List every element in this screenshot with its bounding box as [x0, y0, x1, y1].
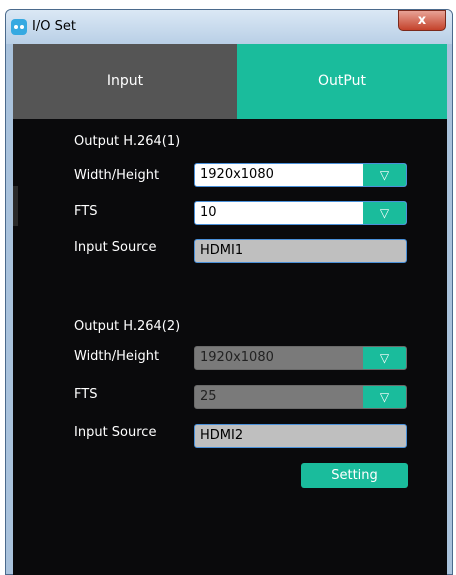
- output-2-fts-label: FTS: [74, 387, 98, 402]
- chevron-down-icon[interactable]: ▽: [363, 347, 406, 369]
- dialog-body: Input OutPut Output H.264(1) Width/Heigh…: [13, 44, 447, 575]
- tab-input[interactable]: Input: [13, 44, 237, 119]
- output-2-input-source-field[interactable]: HDMI2: [194, 424, 407, 448]
- chevron-down-icon[interactable]: ▽: [363, 202, 406, 224]
- setting-button[interactable]: Setting: [301, 463, 408, 488]
- scroll-edge: [13, 186, 18, 226]
- output-2-width-height-label: Width/Height: [74, 349, 160, 364]
- output-1-width-height-value: 1920x1080: [200, 167, 274, 182]
- output-2-fts-value: 25: [200, 389, 217, 404]
- tab-bar: Input OutPut: [13, 44, 447, 119]
- close-button[interactable]: x: [398, 10, 446, 31]
- output-1-width-height-label: Width/Height: [74, 168, 160, 183]
- output-1-width-height-select[interactable]: 1920x1080 ▽: [194, 163, 407, 187]
- output-2-fts-select[interactable]: 25 ▽: [194, 385, 407, 409]
- output-1-fts-select[interactable]: 10 ▽: [194, 201, 407, 225]
- output-2-width-height-select[interactable]: 1920x1080 ▽: [194, 346, 407, 370]
- chevron-down-icon[interactable]: ▽: [363, 164, 406, 186]
- output-1-input-source-label: Input Source: [74, 240, 157, 255]
- output-2-title: Output H.264(2): [74, 319, 181, 334]
- chevron-down-icon[interactable]: ▽: [363, 386, 406, 408]
- window-title: I/O Set: [32, 19, 76, 34]
- output-2-input-source-value: HDMI2: [200, 428, 244, 443]
- tab-output[interactable]: OutPut: [237, 44, 447, 119]
- output-1-fts-value: 10: [200, 205, 217, 220]
- output-2-input-source-label: Input Source: [74, 425, 157, 440]
- output-1-title: Output H.264(1): [74, 134, 181, 149]
- output-1-fts-label: FTS: [74, 204, 98, 219]
- title-bar[interactable]: I/O Set x: [6, 10, 452, 44]
- output-1-input-source-field[interactable]: HDMI1: [194, 239, 407, 263]
- output-1-input-source-value: HDMI1: [200, 243, 244, 258]
- output-2-width-height-value: 1920x1080: [200, 350, 274, 365]
- io-set-window: I/O Set x Input OutPut Output H.264(1) W…: [5, 9, 453, 575]
- app-logo-icon: [11, 19, 27, 35]
